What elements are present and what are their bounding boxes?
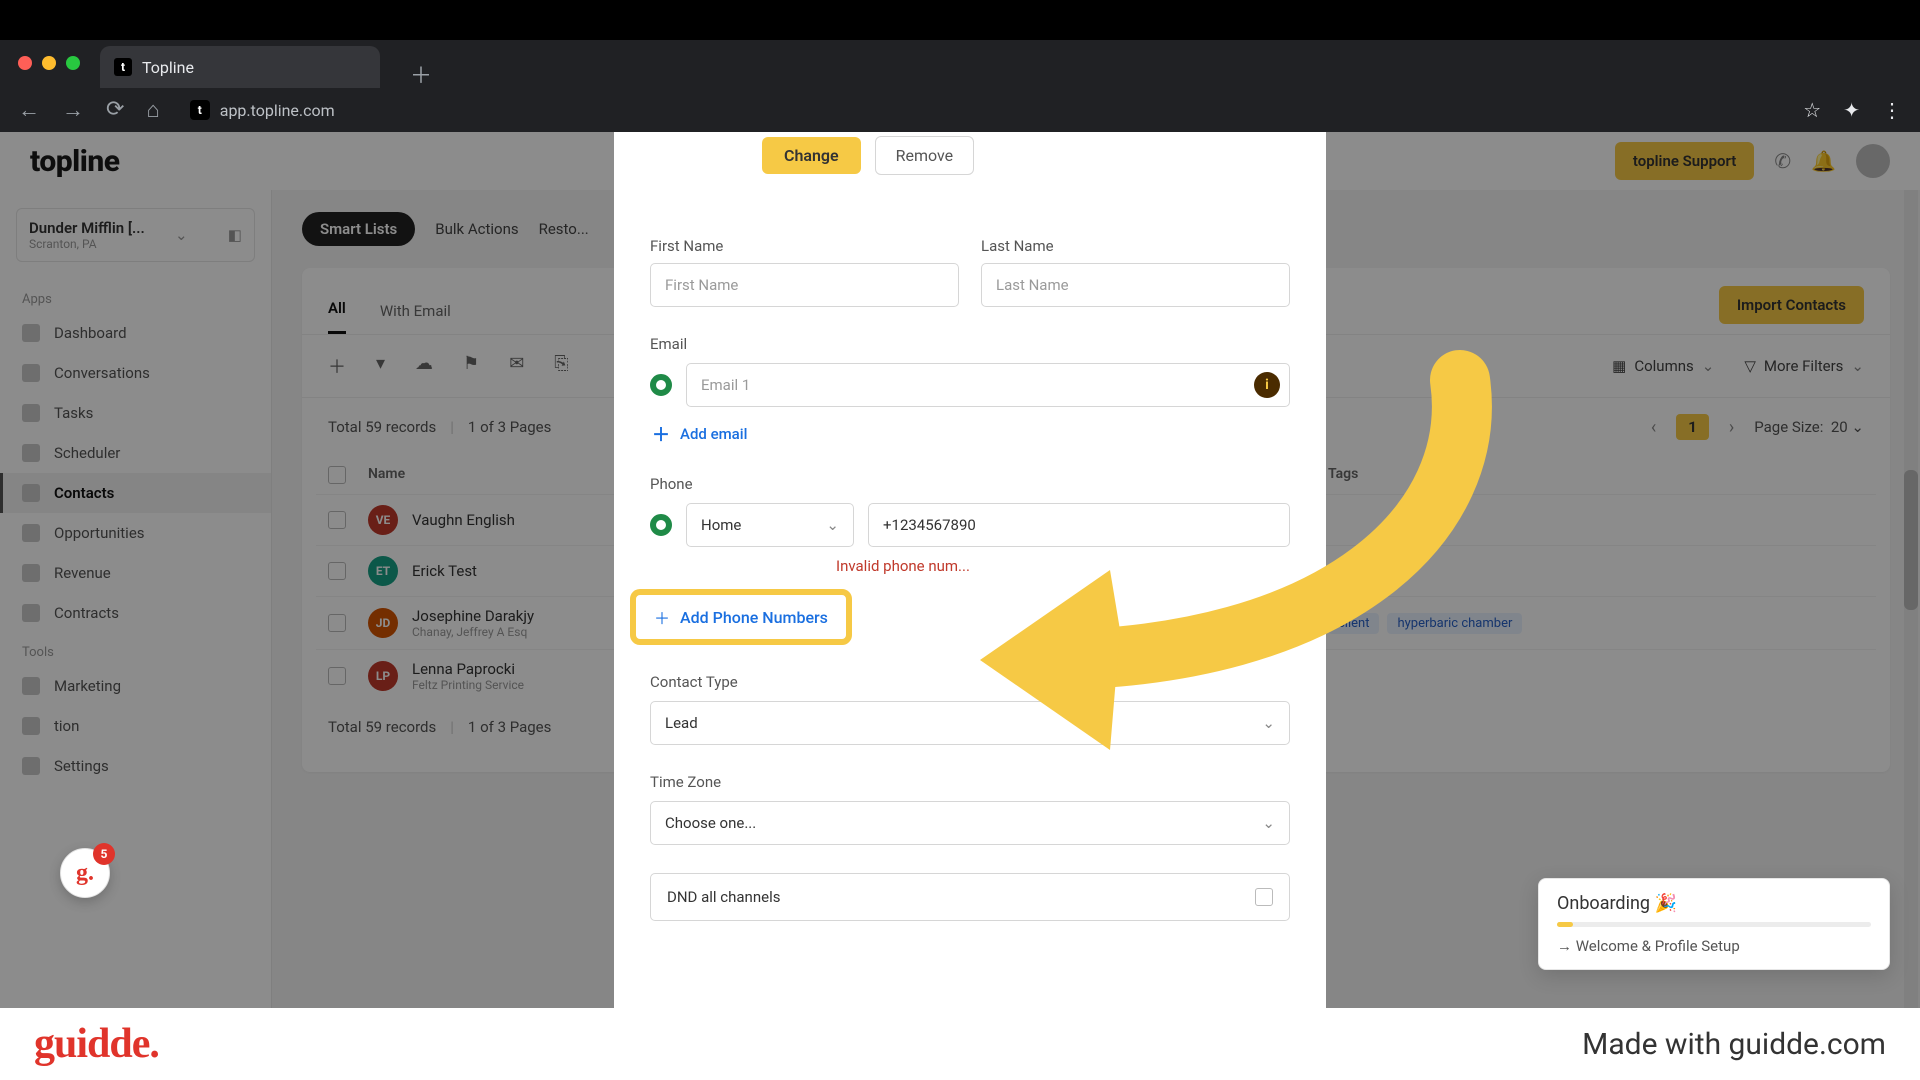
first-name-input[interactable]	[650, 263, 959, 307]
new-tab-button[interactable]: ＋	[410, 58, 432, 90]
guidde-logo: guidde.	[34, 1020, 159, 1068]
tab-favicon: t	[114, 58, 132, 76]
dnd-label: DND all channels	[667, 888, 780, 906]
primary-phone-radio[interactable]	[650, 514, 672, 536]
email-input[interactable]	[686, 363, 1290, 407]
plus-icon: ＋	[654, 605, 670, 629]
change-button[interactable]: Change	[762, 137, 861, 174]
remove-button[interactable]: Remove	[875, 136, 975, 175]
phone-number-input[interactable]	[868, 503, 1290, 547]
last-name-label: Last Name	[981, 237, 1290, 255]
timezone-label: Time Zone	[650, 773, 1290, 791]
timezone-select[interactable]: Choose one... ⌄	[650, 801, 1290, 845]
reload-icon[interactable]: ⟳	[106, 97, 124, 123]
dnd-checkbox[interactable]	[1255, 888, 1273, 906]
letterbox-top	[0, 0, 1920, 40]
url-favicon: t	[190, 100, 210, 120]
contact-form-modal: Change Remove First Name Last Name Email…	[614, 132, 1326, 1008]
url-text: app.topline.com	[220, 101, 335, 120]
add-email-label: Add email	[680, 425, 747, 443]
onboarding-step: → Welcome & Profile Setup	[1557, 937, 1871, 955]
tab-title: Topline	[142, 58, 194, 77]
extensions-icon[interactable]: ✦	[1843, 98, 1860, 122]
email-section-label: Email	[650, 335, 1290, 353]
chevron-down-icon: ⌄	[826, 516, 839, 534]
minimize-window-icon[interactable]	[42, 56, 56, 70]
chevron-down-icon: ⌄	[1262, 814, 1275, 832]
star-icon[interactable]: ☆	[1803, 98, 1821, 122]
timezone-value: Choose one...	[665, 814, 756, 832]
browser-toolbar: ← → ⟳ ⌂ t app.topline.com ☆ ✦ ⋮	[0, 88, 1920, 132]
phone-section-label: Phone	[650, 475, 1290, 493]
email-badge-icon[interactable]: i	[1254, 372, 1280, 398]
first-name-label: First Name	[650, 237, 959, 255]
phone-type-value: Home	[701, 516, 741, 534]
add-phone-label: Add Phone Numbers	[680, 608, 828, 627]
browser-chrome: t Topline ＋ ← → ⟳ ⌂ t app.topline.com ☆ …	[0, 40, 1920, 132]
phone-type-select[interactable]: Home ⌄	[686, 503, 854, 547]
guidde-badge: 5	[93, 843, 115, 865]
chevron-down-icon: ⌄	[1262, 714, 1275, 732]
guidde-icon: g.	[76, 860, 94, 887]
back-icon[interactable]: ←	[18, 97, 40, 123]
add-phone-numbers-button[interactable]: ＋ Add Phone Numbers	[636, 595, 846, 639]
browser-tab[interactable]: t Topline	[100, 46, 380, 88]
onboarding-card[interactable]: Onboarding 🎉 → Welcome & Profile Setup	[1538, 878, 1890, 970]
contact-type-label: Contact Type	[650, 673, 1290, 691]
dnd-all-channels-row[interactable]: DND all channels	[650, 873, 1290, 921]
contact-type-value: Lead	[665, 714, 698, 732]
guidde-footer: guidde. Made with guidde.com	[0, 1008, 1920, 1080]
guidde-credit: Made with guidde.com	[1582, 1027, 1886, 1062]
maximize-window-icon[interactable]	[66, 56, 80, 70]
address-bar[interactable]: t app.topline.com	[190, 100, 335, 120]
window-controls[interactable]	[18, 56, 80, 70]
forward-icon[interactable]: →	[62, 97, 84, 123]
guidde-widget[interactable]: g. 5	[60, 848, 110, 898]
phone-error: Invalid phone num...	[836, 557, 1290, 575]
add-email-button[interactable]: ＋ Add email	[652, 421, 1290, 447]
onboarding-title: Onboarding 🎉	[1557, 893, 1871, 914]
plus-icon: ＋	[652, 421, 670, 447]
last-name-input[interactable]	[981, 263, 1290, 307]
home-icon[interactable]: ⌂	[146, 97, 159, 123]
contact-type-select[interactable]: Lead ⌄	[650, 701, 1290, 745]
primary-email-radio[interactable]	[650, 374, 672, 396]
onboarding-progress	[1557, 922, 1871, 927]
menu-icon[interactable]: ⋮	[1882, 98, 1902, 122]
close-window-icon[interactable]	[18, 56, 32, 70]
